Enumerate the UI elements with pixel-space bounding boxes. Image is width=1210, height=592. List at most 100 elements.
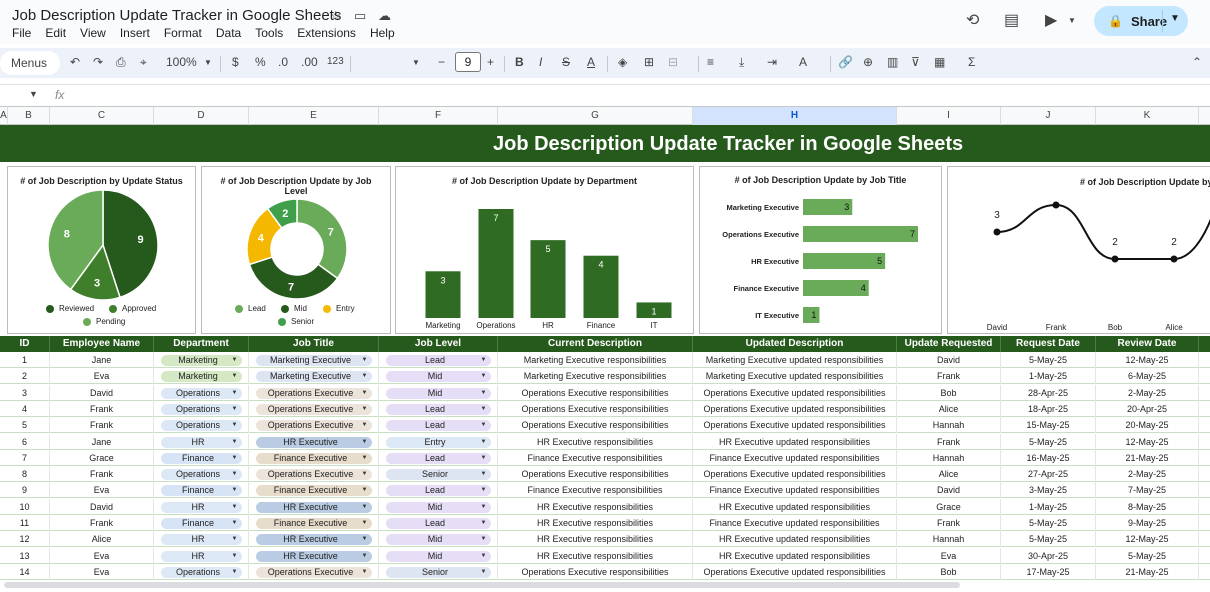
cell-employee-name[interactable]: Jane [50, 352, 154, 368]
cell-job-level[interactable]: Lead ▼ [379, 515, 498, 531]
horizontal-scrollbar[interactable] [4, 582, 960, 588]
column-header-updated-description[interactable]: Updated Description [693, 336, 897, 352]
cell-department[interactable]: HR ▼ [154, 547, 249, 564]
cell-current-description[interactable]: Finance Executive responsibilities [498, 449, 693, 466]
zoom-select[interactable]: 100% [166, 55, 197, 69]
dropdown-arrow-icon[interactable]: ▼ [481, 551, 487, 562]
menu-insert[interactable]: Insert [120, 26, 150, 40]
column-header-b[interactable]: B [8, 107, 50, 125]
job-level-dropdown-chip[interactable]: Lead ▼ [385, 485, 491, 497]
job-title-dropdown-chip[interactable]: HR Executive ▼ [255, 534, 372, 546]
job-level-dropdown-chip[interactable]: Lead ▼ [385, 403, 491, 415]
cell-job-level[interactable]: Mid ▼ [379, 498, 498, 515]
column-header-employee-name[interactable]: Employee Name [50, 336, 154, 352]
cell-request-date[interactable]: 1-May-25 [1001, 498, 1096, 515]
job-level-dropdown-chip[interactable]: Lead ▼ [385, 452, 491, 464]
column-header-k[interactable]: K [1096, 107, 1199, 125]
dropdown-arrow-icon[interactable]: ▼ [481, 534, 487, 545]
job-title-dropdown-chip[interactable]: Operations Executive ▼ [255, 403, 372, 415]
paint-format-icon[interactable]: ⌖ [140, 55, 147, 70]
cell-current-description[interactable]: Operations Executive responsibilities [498, 400, 693, 417]
cell-updated-description[interactable]: Finance Executive updated responsibiliti… [693, 482, 897, 499]
cell-requested-by[interactable]: Hannah [897, 531, 1001, 548]
cell-review-date[interactable]: 6-May-25 [1096, 368, 1199, 385]
comments-icon[interactable]: ▤ [1004, 10, 1019, 30]
insert-comment-icon[interactable]: ⊕ [863, 55, 873, 69]
cell-request-date[interactable]: 16-May-25 [1001, 449, 1096, 466]
borders-icon[interactable]: ⊞ [644, 55, 654, 69]
cell-requested-by[interactable]: David [897, 352, 1001, 368]
job-title-dropdown-chip[interactable]: Marketing Executive ▼ [255, 355, 372, 366]
cell-id[interactable]: 4 [0, 400, 50, 417]
dropdown-arrow-icon[interactable]: ▼ [362, 437, 368, 448]
department-dropdown-chip[interactable]: Operations ▼ [160, 403, 242, 415]
dropdown-arrow-icon[interactable]: ▼ [232, 518, 238, 529]
column-header-d[interactable]: D [154, 107, 249, 125]
dropdown-arrow-icon[interactable]: ▼ [232, 534, 238, 545]
dropdown-arrow-icon[interactable]: ▼ [362, 502, 368, 513]
column-header-a[interactable]: A [0, 107, 8, 125]
cell-requested-by[interactable]: Bob [897, 384, 1001, 401]
cell-job-title[interactable]: Finance Executive ▼ [249, 515, 379, 531]
merge-cells-icon[interactable]: ⊟ [668, 55, 678, 69]
dropdown-arrow-icon[interactable]: ▼ [362, 404, 368, 415]
cell-job-level[interactable]: Lead ▼ [379, 417, 498, 434]
increase-decimal-button[interactable]: .00 [301, 55, 318, 69]
cell-updated-description[interactable]: Operations Executive updated responsibil… [693, 417, 897, 434]
cell-requested-by[interactable]: Eva [897, 547, 1001, 564]
menu-extensions[interactable]: Extensions [297, 26, 356, 40]
redo-icon[interactable]: ↷ [93, 55, 103, 69]
chevron-down-icon[interactable]: ▼ [1170, 13, 1180, 24]
undo-icon[interactable]: ↶ [70, 55, 80, 69]
job-level-dropdown-chip[interactable]: Senior ▼ [385, 469, 491, 481]
dropdown-arrow-icon[interactable]: ▼ [362, 388, 368, 399]
dropdown-arrow-icon[interactable]: ▼ [481, 404, 487, 415]
job-title-dropdown-chip[interactable]: Finance Executive ▼ [255, 485, 372, 497]
cell-request-date[interactable]: 3-May-25 [1001, 482, 1096, 499]
cell-id[interactable]: 8 [0, 466, 50, 483]
cell-requested-by[interactable]: Hannah [897, 449, 1001, 466]
dropdown-arrow-icon[interactable]: ▼ [481, 371, 487, 382]
menu-data[interactable]: Data [216, 26, 241, 40]
cell-current-description[interactable]: Operations Executive responsibilities [498, 417, 693, 434]
share-button[interactable]: 🔒 Share ▼ [1094, 6, 1188, 36]
menu-format[interactable]: Format [164, 26, 202, 40]
decrease-decimal-button[interactable]: .0 [278, 55, 288, 69]
cell-job-title[interactable]: Marketing Executive ▼ [249, 352, 379, 368]
cell-updated-description[interactable]: HR Executive updated responsibilities [693, 498, 897, 515]
cell-id[interactable]: 11 [0, 515, 50, 531]
cell-requested-by[interactable]: Frank [897, 368, 1001, 385]
font-size-decrease-icon[interactable]: − [438, 55, 445, 69]
cell-employee-name[interactable]: Frank [50, 466, 154, 483]
bar-operations-executive[interactable] [803, 226, 918, 242]
cell-review-date[interactable]: 12-May-25 [1096, 433, 1199, 450]
cell-job-title[interactable]: HR Executive ▼ [249, 531, 379, 548]
cell-review-date[interactable]: 21-May-25 [1096, 449, 1199, 466]
dropdown-arrow-icon[interactable]: ▼ [232, 437, 238, 448]
dropdown-arrow-icon[interactable]: ▼ [232, 388, 238, 399]
job-title-dropdown-chip[interactable]: HR Executive ▼ [255, 550, 372, 562]
cell-requested-by[interactable]: Grace [897, 498, 1001, 515]
cell-job-title[interactable]: Operations Executive ▼ [249, 466, 379, 483]
cell-current-description[interactable]: Operations Executive responsibilities [498, 466, 693, 483]
cell-current-description[interactable]: HR Executive responsibilities [498, 547, 693, 564]
cell-department[interactable]: HR ▼ [154, 498, 249, 515]
cell-employee-name[interactable]: Grace [50, 449, 154, 466]
cell-request-date[interactable]: 18-Apr-25 [1001, 400, 1096, 417]
zoom-dropdown-icon[interactable]: ▼ [204, 58, 212, 67]
dropdown-arrow-icon[interactable]: ▼ [481, 469, 487, 480]
cell-job-title[interactable]: Operations Executive ▼ [249, 563, 379, 580]
cell-job-level[interactable]: Lead ▼ [379, 482, 498, 499]
cell-updated-description[interactable]: Finance Executive updated responsibiliti… [693, 515, 897, 531]
dropdown-arrow-icon[interactable]: ▼ [481, 518, 487, 529]
strikethrough-icon[interactable]: S [562, 55, 570, 69]
dropdown-arrow-icon[interactable]: ▼ [362, 567, 368, 578]
job-title-dropdown-chip[interactable]: Finance Executive ▼ [255, 518, 372, 529]
chart-requested-by[interactable]: # of Job Description Update by 3 David Fra… [947, 166, 1210, 334]
cell-requested-by[interactable]: Bob [897, 563, 1001, 580]
cell-review-date[interactable]: 20-Apr-25 [1096, 400, 1199, 417]
cell-updated-description[interactable]: Operations Executive updated responsibil… [693, 400, 897, 417]
cell-requested-by[interactable]: Frank [897, 515, 1001, 531]
cell-current-description[interactable]: Operations Executive responsibilities [498, 563, 693, 580]
chart-update-status[interactable]: # of Job Description by Update Status 93… [7, 166, 196, 334]
